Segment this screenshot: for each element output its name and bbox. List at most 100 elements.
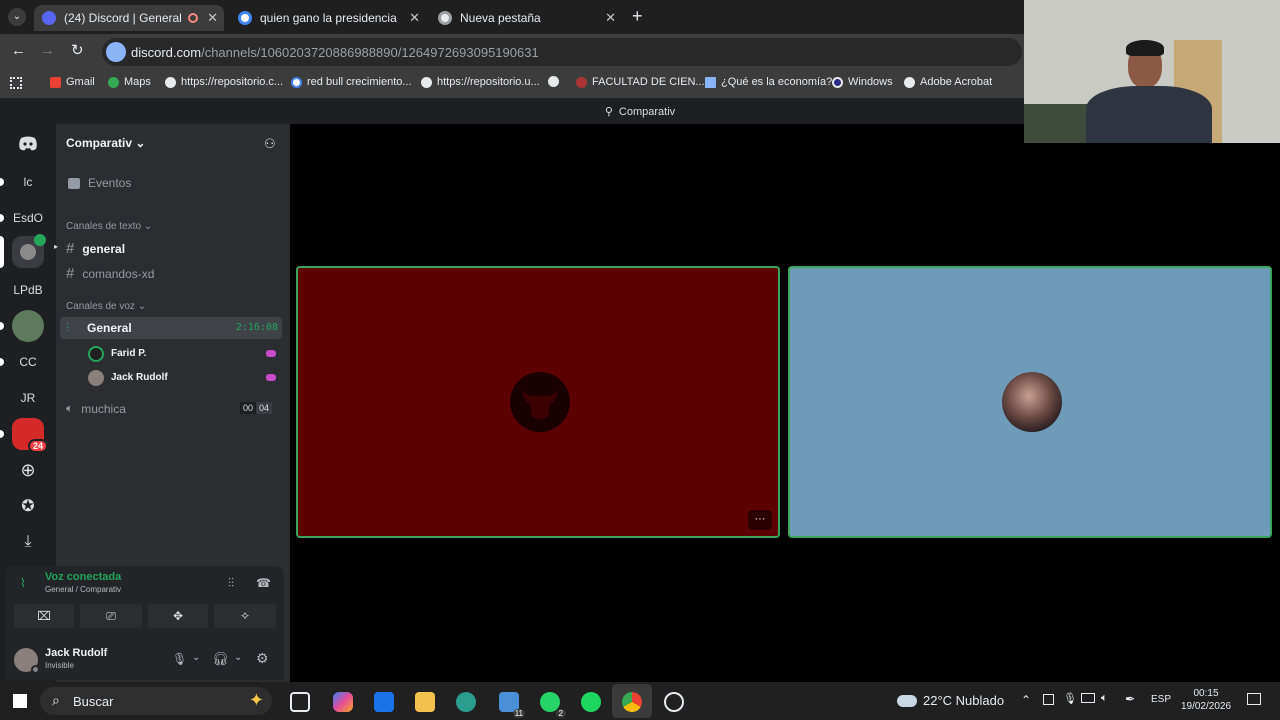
participant-tile-jack[interactable]: [788, 266, 1272, 538]
bookmark-red-bull[interactable]: red bull crecimiento...: [291, 76, 412, 88]
chevron-down-icon[interactable]: ⌄: [192, 652, 200, 663]
voice-connected-status[interactable]: Voz conectada General / Comparativ: [45, 571, 121, 594]
globe-icon: [548, 76, 559, 87]
headphones-icon[interactable]: 🎧︎: [212, 651, 229, 667]
close-tab-icon[interactable]: ✕: [409, 10, 420, 26]
microphone-icon[interactable]: 🎙︎: [172, 652, 187, 666]
chrome-icon: [622, 692, 642, 712]
site-info-icon[interactable]: [106, 42, 126, 62]
cloud-icon: [897, 694, 917, 707]
edge-icon[interactable]: [456, 692, 476, 712]
bookmark-repositorio-u[interactable]: https://repositorio.u...: [421, 76, 540, 88]
user-avatar[interactable]: [14, 648, 40, 674]
back-arrow-icon[interactable]: ←: [11, 42, 26, 59]
settings-gear-icon[interactable]: ⚙: [256, 650, 269, 667]
events-item[interactable]: Eventos: [68, 176, 302, 190]
recording-app-icon[interactable]: [664, 692, 684, 712]
bookmark-facultad[interactable]: FACULTAD DE CIEN...: [576, 76, 705, 88]
reload-icon[interactable]: ↻: [71, 41, 84, 59]
voice-user-farid[interactable]: Farid P.: [86, 344, 278, 364]
windows-start-icon[interactable]: [13, 694, 27, 708]
calendar-icon: [68, 177, 80, 189]
webcam-person-body: [1086, 86, 1212, 143]
bookmark-gmail[interactable]: Gmail: [50, 76, 95, 88]
address-bar[interactable]: discord.com /channels/106020372088698889…: [102, 38, 1022, 66]
voice-channel-general[interactable]: ⫶ General 2:16:08: [60, 317, 282, 339]
forward-arrow-icon[interactable]: →: [40, 42, 55, 59]
close-tab-icon[interactable]: ✕: [605, 10, 616, 26]
tab-new-tab[interactable]: Nueva pestaña ✕: [430, 5, 622, 31]
category-text-channels[interactable]: Canales de texto ⌄: [66, 221, 152, 232]
file-explorer-icon[interactable]: [415, 692, 435, 712]
notifications-icon[interactable]: [1247, 693, 1261, 705]
user-name-block[interactable]: Jack Rudolf Invisible: [45, 647, 107, 670]
participant-tile-farid[interactable]: ···: [296, 266, 780, 538]
outlook-icon[interactable]: [374, 692, 394, 712]
tray-microphone-icon[interactable]: 🎙︎: [1063, 692, 1077, 705]
task-view-icon[interactable]: [290, 692, 310, 712]
tab-list-chevron-icon[interactable]: ⌄: [8, 8, 26, 26]
server-avatar-green[interactable]: [12, 310, 44, 342]
channel-comandos-xd[interactable]: # comandos-xd: [66, 265, 300, 282]
category-voice-channels[interactable]: Canales de voz ⌄: [66, 301, 146, 312]
tray-app-icon[interactable]: [1043, 694, 1054, 705]
server-lpdb[interactable]: LPdB: [12, 274, 44, 306]
bookmark-globe[interactable]: [548, 76, 564, 87]
mail-icon[interactable]: 11: [499, 692, 525, 718]
pen-icon[interactable]: ✒: [1125, 692, 1135, 706]
noise-suppression-icon[interactable]: ⫶⫶: [228, 576, 234, 591]
globe-icon: [421, 76, 432, 88]
hash-icon: #: [66, 265, 75, 282]
spotify-icon[interactable]: [581, 692, 601, 712]
server-lc[interactable]: lc: [12, 166, 44, 198]
discover-compass-icon[interactable]: ✪: [12, 490, 44, 522]
chevron-up-icon[interactable]: ⌃: [1021, 693, 1031, 707]
server-red[interactable]: 24: [12, 418, 48, 453]
clock[interactable]: 00:15 19/02/2026: [1176, 687, 1236, 713]
voice-channel-label: General: [87, 321, 132, 335]
weather-widget[interactable]: 22°C Nublado: [897, 693, 1004, 708]
windows-taskbar: ⌕ Buscar ✦ 11 2 22°C Nublado ⌃ 🎙︎ 🔈︎ ✒ E…: [0, 682, 1280, 720]
close-tab-icon[interactable]: ✕: [207, 10, 218, 26]
chrome-favicon-icon: [438, 11, 452, 25]
server-cc[interactable]: CC: [12, 346, 44, 378]
search-icon: ⌕: [52, 692, 60, 708]
soundboard-button[interactable]: ✧: [214, 604, 276, 628]
screen-share-button[interactable]: ⎚: [80, 604, 142, 628]
search-box[interactable]: ⌕ Buscar ✦: [40, 687, 272, 715]
new-tab-button[interactable]: +: [632, 6, 643, 27]
unread-indicator: [0, 430, 4, 438]
camera-off-button[interactable]: ⌧: [14, 604, 74, 628]
network-icon[interactable]: [1081, 693, 1095, 703]
add-server-icon[interactable]: ⊕: [12, 454, 44, 486]
download-icon[interactable]: ⤓: [12, 526, 44, 558]
bookmark-repositorio-c[interactable]: https://repositorio.c...: [165, 76, 283, 88]
chrome-taskbar-button[interactable]: [612, 684, 652, 718]
webcam-overlay: [1024, 0, 1280, 143]
bookmark-adobe[interactable]: Adobe Acrobat: [904, 76, 992, 88]
server-jr[interactable]: JR: [12, 382, 44, 414]
language-indicator[interactable]: ESP: [1151, 694, 1171, 705]
apps-grid-icon[interactable]: [10, 77, 22, 89]
server-esdo[interactable]: EsdO: [12, 202, 44, 234]
chevron-down-icon[interactable]: ⌄: [234, 652, 242, 663]
tab-discord[interactable]: (24) Discord | General | Con ✕: [34, 5, 224, 31]
server-name-header[interactable]: Comparativ ⌄: [66, 136, 145, 150]
bookmark-maps[interactable]: Maps: [108, 76, 151, 88]
whatsapp-icon[interactable]: 2: [540, 692, 566, 718]
voice-user-jack[interactable]: Jack Rudolf: [86, 368, 278, 388]
tile-more-options-button[interactable]: ···: [748, 510, 772, 530]
disconnect-phone-icon[interactable]: ☎: [256, 576, 271, 590]
bookmark-economia[interactable]: ¿Qué es la economía?: [705, 76, 832, 88]
bookmark-windows[interactable]: Windows: [832, 76, 893, 88]
activities-button[interactable]: ✥: [148, 604, 208, 628]
server-comparativ[interactable]: [12, 234, 46, 268]
chevron-down-icon: ⌄: [135, 136, 146, 150]
selected-indicator: [0, 236, 4, 268]
volume-icon[interactable]: 🔈︎: [1101, 692, 1108, 705]
channel-general[interactable]: # general: [66, 240, 300, 257]
discord-home-icon[interactable]: [12, 128, 44, 160]
copilot-icon[interactable]: [333, 692, 353, 712]
invite-people-icon[interactable]: ⚇: [264, 136, 276, 152]
tab-google-search[interactable]: quien gano la presidencia peru ✕: [230, 5, 426, 31]
